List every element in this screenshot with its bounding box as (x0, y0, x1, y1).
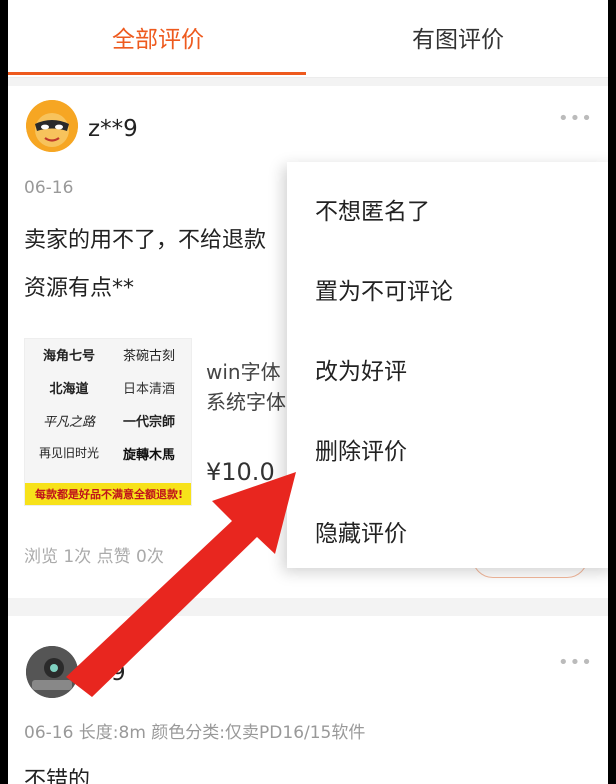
review-tabs: 全部评价 有图评价 (8, 0, 608, 78)
avatar[interactable] (26, 100, 78, 152)
font-sample: 北海道 (49, 382, 89, 397)
review-text-line1: 卖家的用不了，不给退款 (24, 228, 267, 253)
menu-item-disable-comments[interactable]: 置为不可评论 (315, 272, 453, 306)
font-sample: 一代宗師 (122, 415, 175, 430)
screen: 全部评价 有图评价 z**9 ••• 06-16 卖家的用不了，不给退款 资源有… (8, 0, 608, 784)
font-sample: 平凡之路 (42, 415, 95, 430)
product-title-line2: 系统字体 (206, 390, 286, 414)
menu-item-hide-review[interactable]: 隐藏评价 (315, 514, 407, 548)
more-options-icon[interactable]: ••• (558, 108, 593, 129)
font-sample: 旋轉木馬 (122, 448, 175, 463)
review-meta: 06-16 长度:8m 颜色分类:仅卖PD16/15软件 (24, 723, 366, 743)
font-sample: 日本清酒 (122, 382, 175, 397)
avatar[interactable] (26, 646, 78, 698)
menu-item-change-to-positive[interactable]: 改为好评 (315, 352, 407, 386)
more-options-icon[interactable]: ••• (558, 652, 593, 673)
product-thumbnail[interactable]: 海角七号 茶碗古刻 北海道 日本清酒 平凡之路 一代宗師 再见旧时光 旋轉木馬 … (24, 338, 192, 506)
review-text: 不错的 (24, 768, 91, 784)
refund-banner: 每款都是好品不满意全额退款! (25, 483, 191, 505)
review-date: 06-16 (24, 178, 74, 198)
menu-item-delete-review[interactable]: 删除评价 (315, 432, 407, 466)
masked-face-avatar-icon (26, 100, 78, 152)
active-tab-indicator (8, 72, 306, 75)
font-sample: 再见旧时光 (38, 446, 99, 460)
review-stats: 浏览 1次 点赞 0次 (24, 547, 164, 567)
review-card: **9 ••• 06-16 长度:8m 颜色分类:仅卖PD16/15软件 不错的 (8, 616, 608, 784)
tab-photo-reviews[interactable]: 有图评价 (308, 0, 608, 78)
reviewer-name: z**9 (88, 116, 138, 142)
font-sample: 茶碗古刻 (122, 349, 175, 364)
menu-item-cancel-anonymous[interactable]: 不想匿名了 (315, 192, 430, 226)
font-sample-grid: 海角七号 茶碗古刻 北海道 日本清酒 平凡之路 一代宗師 再见旧时光 旋轉木馬 (25, 339, 191, 483)
tab-all-reviews[interactable]: 全部评价 (8, 0, 308, 78)
review-text-line2: 资源有点** (24, 276, 135, 301)
device-photo-avatar-icon (26, 646, 78, 698)
product-title-line1: win字体 (206, 360, 281, 384)
font-sample: 海角七号 (42, 349, 95, 364)
reviewer-name: **9 (88, 660, 126, 686)
review-options-menu: 不想匿名了 置为不可评论 改为好评 删除评价 隐藏评价 (287, 162, 608, 568)
product-price: ¥10.0 (206, 458, 275, 486)
